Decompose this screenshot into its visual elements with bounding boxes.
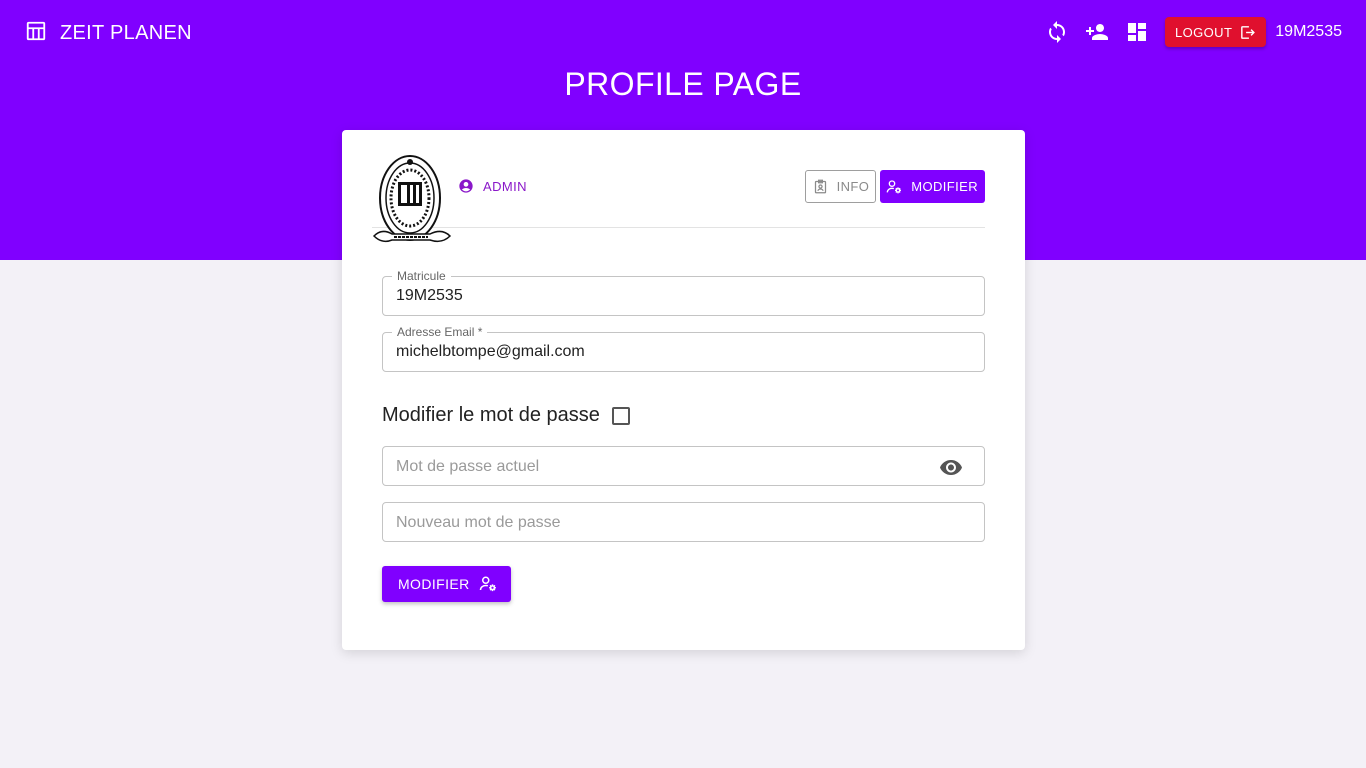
- matricule-label: Matricule: [392, 269, 451, 283]
- top-actions: LOGOUT 19M2535: [1029, 16, 1342, 48]
- university-emblem: [372, 155, 452, 243]
- new-password-placeholder: Nouveau mot de passe: [396, 514, 561, 531]
- person-add-icon[interactable]: [1085, 20, 1109, 44]
- logout-button[interactable]: LOGOUT: [1164, 17, 1267, 47]
- dashboard-icon[interactable]: [1125, 20, 1149, 44]
- eye-icon[interactable]: [939, 457, 963, 477]
- account-circle-icon: [459, 179, 473, 193]
- app-title: ZEIT PLANEN: [60, 22, 192, 44]
- profile-header: ADMIN INFO MODIFIER: [372, 154, 985, 243]
- brand[interactable]: ZEIT PLANEN: [25, 20, 192, 47]
- modify-tab-label: MODIFIER: [911, 179, 978, 194]
- email-field[interactable]: Adresse Email * michelbtompe@gmail.com: [382, 325, 985, 372]
- change-password-checkbox[interactable]: [611, 406, 630, 425]
- profile-tabs: INFO MODIFIER: [804, 170, 985, 203]
- page-title: PROFILE PAGE: [564, 66, 802, 102]
- profile-card: ADMIN INFO MODIFIER Matricule 19M2535 Ad…: [342, 130, 1025, 650]
- user-id: 19M2535: [1275, 23, 1342, 40]
- role-badge: ADMIN: [458, 178, 527, 194]
- logout-label: LOGOUT: [1174, 24, 1233, 40]
- logout-icon: [1241, 25, 1256, 39]
- modify-submit-button[interactable]: MODIFIER: [382, 566, 511, 602]
- top-app-bar: ZEIT PLANEN LOGOUT 19M2535: [0, 0, 1366, 64]
- role-label: ADMIN: [483, 178, 527, 194]
- current-password-placeholder: Mot de passe actuel: [396, 458, 540, 475]
- modify-tab-button[interactable]: MODIFIER: [880, 170, 985, 203]
- manage-accounts-icon: [479, 576, 496, 592]
- submit-label: MODIFIER: [398, 576, 470, 592]
- sync-icon[interactable]: [1045, 20, 1069, 44]
- change-password-toggle: Modifier le mot de passe: [382, 404, 630, 427]
- new-password-field[interactable]: Nouveau mot de passe: [382, 502, 985, 542]
- info-tab-button[interactable]: INFO: [804, 170, 877, 203]
- matricule-value: 19M2535: [396, 287, 463, 304]
- info-tab-label: INFO: [836, 179, 870, 194]
- table-icon: [25, 20, 47, 47]
- matricule-field[interactable]: Matricule 19M2535: [382, 269, 985, 316]
- change-password-label: Modifier le mot de passe: [382, 404, 600, 426]
- email-label: Adresse Email *: [392, 325, 488, 339]
- badge-icon: [814, 179, 826, 194]
- email-value: michelbtompe@gmail.com: [396, 343, 585, 360]
- current-password-field[interactable]: Mot de passe actuel: [382, 446, 985, 486]
- manage-accounts-icon: [886, 179, 902, 193]
